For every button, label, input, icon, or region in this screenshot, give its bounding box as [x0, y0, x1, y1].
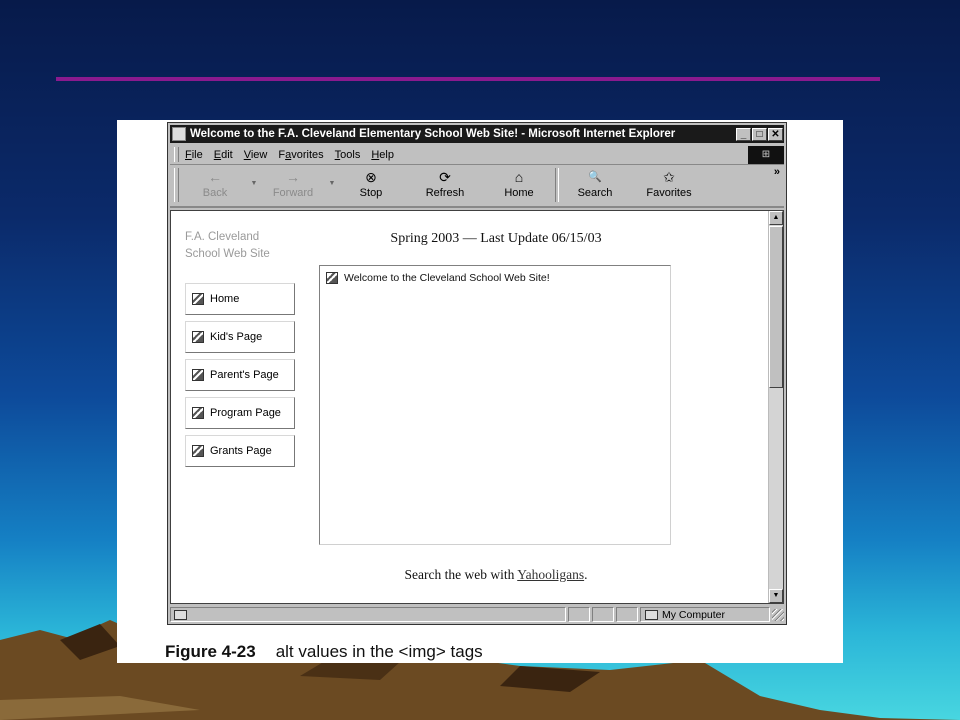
- broken-image-icon: [192, 293, 204, 305]
- figure-panel: Welcome to the F.A. Cleveland Elementary…: [117, 120, 843, 663]
- search-icon: 🔍: [588, 171, 602, 183]
- status-cell: [592, 607, 614, 622]
- broken-image-icon: [192, 445, 204, 457]
- stop-icon: ⊗: [365, 169, 377, 185]
- toolbar-separator: [555, 168, 559, 202]
- nav-grants-page-label: Grants Page: [210, 445, 272, 457]
- forward-label: Forward: [272, 187, 314, 199]
- back-arrow-icon: ←: [208, 169, 222, 185]
- nav-home-button[interactable]: Home: [185, 283, 295, 315]
- figure-number: Figure 4-23: [165, 642, 256, 661]
- toolbar-grip[interactable]: [174, 168, 179, 202]
- menu-bar: File Edit View Favorites Tools Help ⊞: [170, 145, 784, 165]
- back-button[interactable]: ← Back: [185, 166, 245, 199]
- home-label: Home: [504, 187, 534, 199]
- toolbar-overflow-chevron-icon[interactable]: »: [774, 166, 780, 178]
- menu-grip[interactable]: [174, 147, 179, 162]
- home-icon: ⌂: [514, 169, 524, 185]
- broken-image-icon: [326, 272, 338, 284]
- standard-toolbar: ← Back ▼ → Forward ▼ ⊗ Stop ⟳ Refresh ⌂ …: [170, 166, 784, 208]
- favorites-icon: ✩: [663, 169, 675, 185]
- nav-parents-page-label: Parent's Page: [210, 369, 279, 381]
- maximize-button[interactable]: □: [752, 127, 767, 141]
- nav-program-page-label: Program Page: [210, 407, 281, 419]
- search-button[interactable]: 🔍 Search: [565, 166, 625, 199]
- menu-file[interactable]: File: [185, 149, 203, 161]
- status-cell: [568, 607, 590, 622]
- minimize-button[interactable]: _: [736, 127, 751, 141]
- search-prefix: Search the web with: [404, 567, 515, 582]
- title-bar[interactable]: Welcome to the F.A. Cleveland Elementary…: [170, 125, 784, 143]
- site-name: F.A. Cleveland School Web Site: [185, 231, 270, 260]
- favorites-button[interactable]: ✩ Favorites: [639, 166, 699, 199]
- figure-caption: Figure 4-23 alt values in the <img> tags: [165, 642, 483, 662]
- scroll-up-icon[interactable]: ▲: [769, 211, 783, 225]
- broken-image-icon: [192, 331, 204, 343]
- resize-grip-icon[interactable]: [772, 608, 784, 621]
- broken-image-icon: [192, 407, 204, 419]
- nav-program-page-button[interactable]: Program Page: [185, 397, 295, 429]
- favorites-label: Favorites: [646, 187, 692, 199]
- page-status-icon: [174, 609, 187, 620]
- search-suffix: .: [584, 567, 588, 582]
- broken-image-icon: [192, 369, 204, 381]
- scroll-thumb[interactable]: [769, 226, 783, 388]
- page-viewport[interactable]: F.A. Cleveland School Web Site Home Kid'…: [170, 210, 784, 604]
- nav-kids-page-label: Kid's Page: [210, 331, 263, 343]
- yahooligans-link[interactable]: Yahooligans: [517, 567, 584, 582]
- search-line: Search the web with Yahooligans.: [331, 567, 661, 583]
- menu-help[interactable]: Help: [371, 149, 394, 161]
- close-button[interactable]: ✕: [768, 127, 783, 141]
- window-title: Welcome to the F.A. Cleveland Elementary…: [190, 128, 676, 140]
- status-bar: My Computer: [170, 606, 784, 623]
- menu-edit[interactable]: Edit: [214, 149, 233, 161]
- back-label: Back: [202, 187, 228, 199]
- content-frame: Welcome to the Cleveland School Web Site…: [319, 265, 671, 545]
- nav-kids-page-button[interactable]: Kid's Page: [185, 321, 295, 353]
- menu-favorites[interactable]: Favorites: [278, 149, 323, 161]
- home-button[interactable]: ⌂ Home: [489, 166, 549, 199]
- nav-home-label: Home: [210, 293, 240, 305]
- status-text-area: [170, 607, 566, 622]
- ie-app-icon[interactable]: [172, 127, 186, 141]
- title-rule: [56, 77, 880, 81]
- forward-dropdown-icon[interactable]: ▼: [323, 166, 341, 187]
- windows-logo-icon: ⊞: [748, 145, 784, 164]
- status-cell: [616, 607, 638, 622]
- browser-window: Welcome to the F.A. Cleveland Elementary…: [167, 122, 787, 625]
- vertical-scrollbar[interactable]: ▲ ▼: [768, 211, 783, 603]
- search-label: Search: [577, 187, 613, 199]
- welcome-alt-text: Welcome to the Cleveland School Web Site…: [344, 272, 550, 284]
- menu-view[interactable]: View: [244, 149, 268, 161]
- refresh-icon: ⟳: [439, 169, 451, 185]
- refresh-label: Refresh: [425, 187, 465, 199]
- page-header: Spring 2003 — Last Update 06/15/03: [390, 231, 602, 246]
- welcome-image-alt: Welcome to the Cleveland School Web Site…: [326, 272, 550, 284]
- my-computer-icon: [645, 609, 658, 620]
- security-zone-label: My Computer: [662, 608, 726, 621]
- nav-parents-page-button[interactable]: Parent's Page: [185, 359, 295, 391]
- security-zone: My Computer: [640, 607, 770, 622]
- forward-button[interactable]: → Forward: [263, 166, 323, 199]
- stop-button[interactable]: ⊗ Stop: [341, 166, 401, 199]
- back-dropdown-icon[interactable]: ▼: [245, 166, 263, 187]
- forward-arrow-icon: →: [286, 169, 300, 185]
- scroll-down-icon[interactable]: ▼: [769, 589, 783, 603]
- nav-grants-page-button[interactable]: Grants Page: [185, 435, 295, 467]
- figure-caption-text: alt values in the <img> tags: [275, 642, 483, 661]
- stop-label: Stop: [359, 187, 383, 199]
- refresh-button[interactable]: ⟳ Refresh: [415, 166, 475, 199]
- menu-tools[interactable]: Tools: [335, 149, 361, 161]
